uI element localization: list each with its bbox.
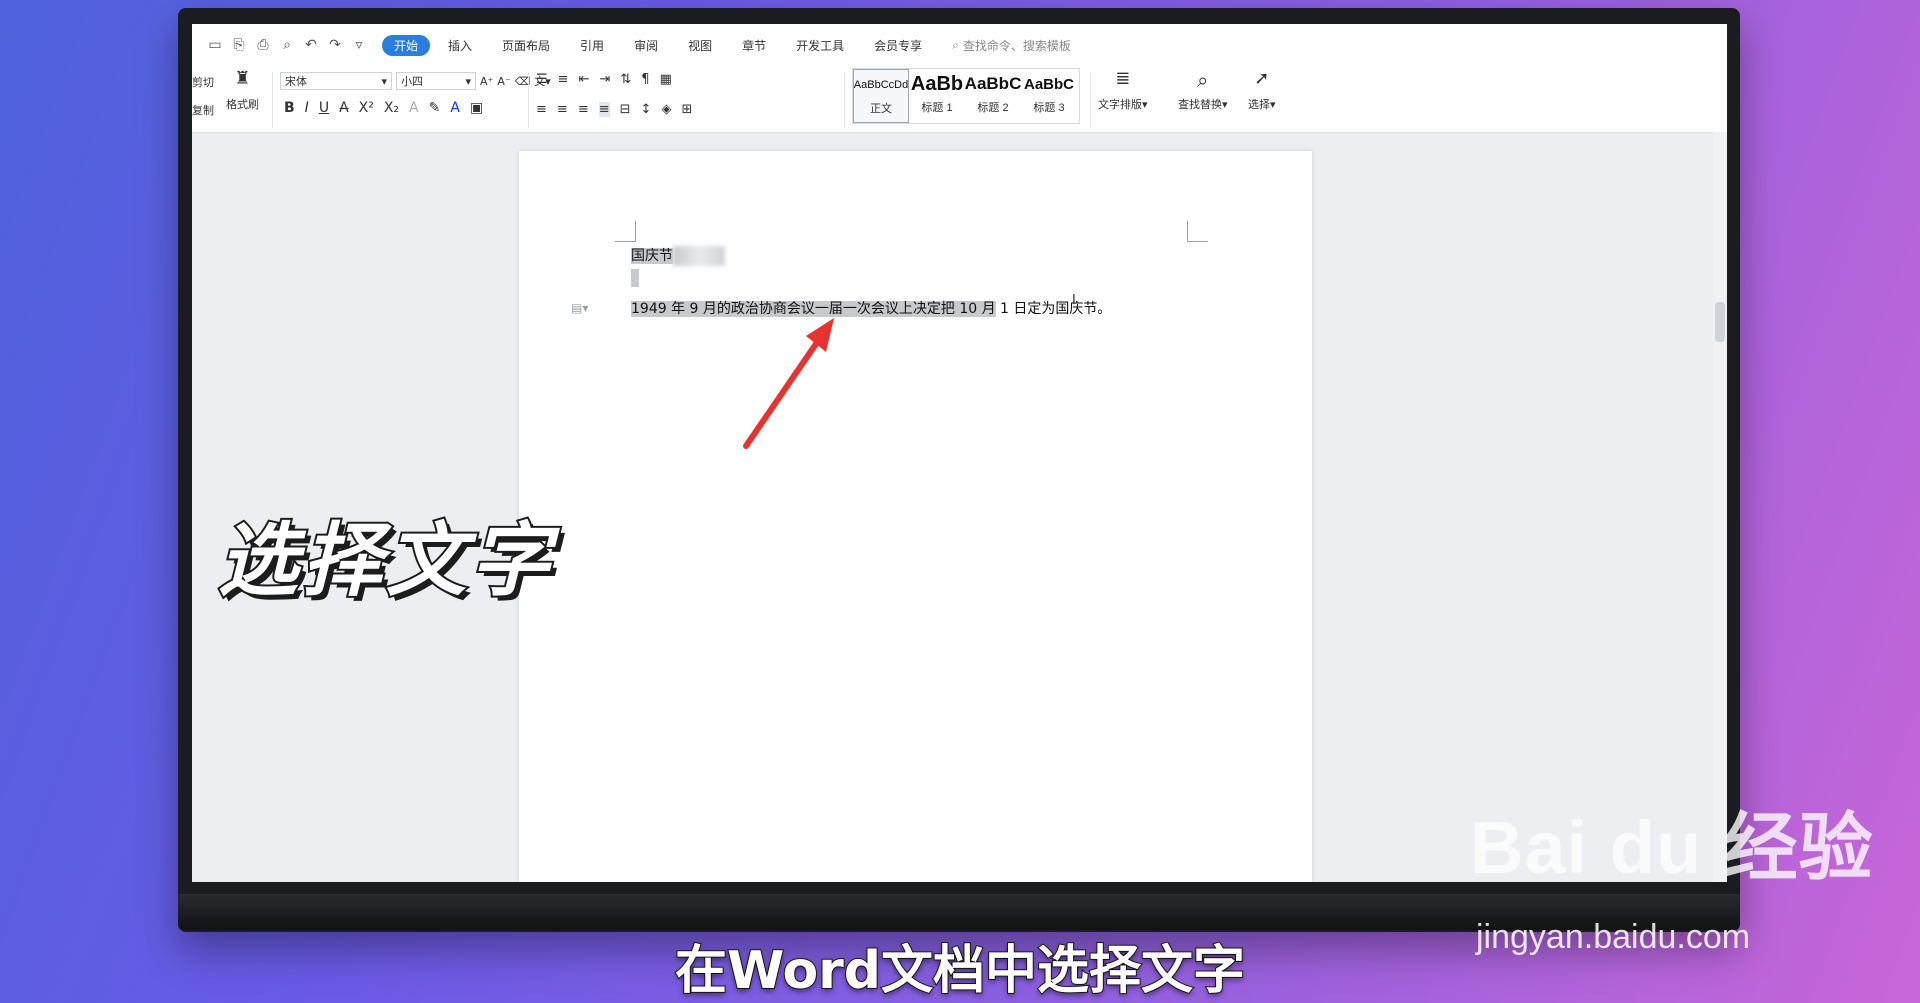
baidu-jingyan-watermark: Bai du 经验 (1470, 806, 1874, 889)
caption-overlay: 选择文字 (216, 512, 554, 609)
video-subtitle: 在Word文档中选择文字 (674, 940, 1246, 1002)
